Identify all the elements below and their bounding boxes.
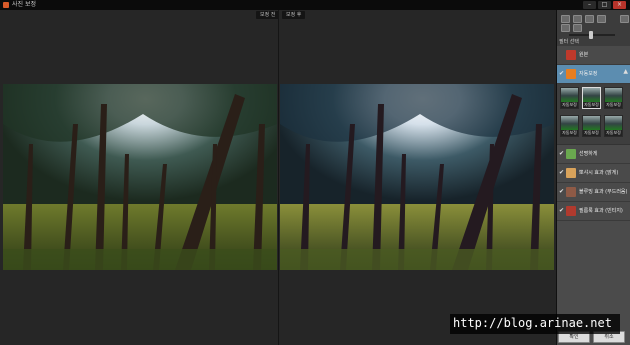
- watermark: http://blog.arinae.net: [450, 314, 620, 334]
- check-icon[interactable]: ✔: [559, 188, 564, 195]
- filter-item-brighten[interactable]: ✔ 뽀샤시 효과 (밝게): [557, 164, 630, 183]
- check-icon[interactable]: ✔: [559, 70, 564, 77]
- window-controls: – □ ×: [583, 1, 626, 9]
- preset-thumb[interactable]: 자동보정: [560, 87, 579, 109]
- preview-canvas: 보정 전 보정 후: [0, 10, 556, 345]
- watermark-text: http://blog.arinae.net: [453, 316, 612, 330]
- filter-list: 원본 ✔ 자동보정 ▲ 자동보정 자동보정 자동보정 자동보정 자동보정 자동보…: [557, 46, 630, 221]
- split-divider[interactable]: [278, 10, 279, 345]
- filter-thumbnail: [566, 168, 576, 178]
- filter-label: 자동보정: [579, 71, 598, 77]
- window-title: 사진 보정: [12, 1, 36, 8]
- maximize-button[interactable]: □: [598, 1, 611, 9]
- filter-item-blooming[interactable]: ✔ 블루밍 효과 (부드러움): [557, 183, 630, 202]
- filter-label: 뽀샤시 효과 (밝게): [579, 170, 619, 176]
- filter-thumbnail: [566, 69, 576, 79]
- zoom-icon[interactable]: [561, 24, 570, 32]
- filter-label: 블루밍 효과 (부드러움): [579, 189, 628, 195]
- strength-slider-knob[interactable]: [589, 31, 593, 39]
- settings-icon[interactable]: [620, 15, 629, 23]
- before-label[interactable]: 보정 전: [256, 11, 280, 19]
- filter-thumbnail: [566, 149, 576, 159]
- check-icon[interactable]: ✔: [559, 150, 564, 157]
- panel-toolbar: 필터 선택: [557, 10, 630, 46]
- preset-thumb[interactable]: 자동보정: [604, 87, 623, 109]
- preset-thumb-active[interactable]: 자동보정: [582, 87, 601, 109]
- preset-thumb[interactable]: 자동보정: [582, 115, 601, 137]
- preset-thumb[interactable]: 자동보정: [604, 115, 623, 137]
- check-icon[interactable]: ✔: [559, 207, 564, 214]
- filter-item-sharpen[interactable]: ✔ 선명하게: [557, 145, 630, 164]
- filter-thumbnail: [566, 50, 576, 60]
- check-icon[interactable]: ✔: [559, 169, 564, 176]
- preset-thumb[interactable]: 자동보정: [560, 115, 579, 137]
- filter-thumbnail: [566, 187, 576, 197]
- filter-panel: 필터 선택 원본 ✔ 자동보정 ▲ 자동보정 자동보정 자동보정 자동보정 자동…: [556, 10, 630, 345]
- filter-label: 선명하게: [579, 151, 598, 157]
- filter-item-auto[interactable]: ✔ 자동보정 ▲: [557, 65, 630, 84]
- minimize-button[interactable]: –: [583, 1, 596, 9]
- app-icon: [3, 2, 9, 8]
- crop-icon[interactable]: [561, 15, 570, 23]
- resize-icon[interactable]: [597, 15, 606, 23]
- before-photo: [3, 84, 277, 270]
- filter-label: 원본: [579, 52, 589, 58]
- close-button[interactable]: ×: [613, 1, 626, 9]
- filter-item-filmlook[interactable]: ✔ 필름룩 효과 (빈티지): [557, 202, 630, 221]
- panel-subheader: 필터 선택: [559, 39, 579, 45]
- compare-icon[interactable]: [573, 24, 582, 32]
- filter-label: 필름룩 효과 (빈티지): [579, 208, 623, 214]
- chevron-up-icon[interactable]: ▲: [623, 68, 628, 75]
- preset-grid: 자동보정 자동보정 자동보정 자동보정 자동보정 자동보정: [557, 84, 630, 145]
- title-bar: 사진 보정 – □ ×: [0, 0, 630, 10]
- filter-thumbnail: [566, 206, 576, 216]
- after-photo: [280, 84, 554, 270]
- rotate-icon[interactable]: [573, 15, 582, 23]
- after-label[interactable]: 보정 후: [282, 11, 306, 19]
- flip-icon[interactable]: [585, 15, 594, 23]
- filter-item-original[interactable]: 원본: [557, 46, 630, 65]
